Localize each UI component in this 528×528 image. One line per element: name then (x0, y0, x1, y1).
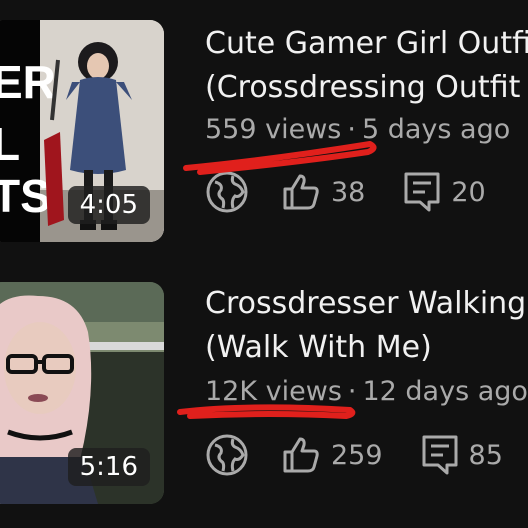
thumbs-up-icon (283, 437, 319, 473)
visibility-indicator[interactable] (205, 433, 249, 477)
upload-age: 12 days ago (362, 376, 528, 407)
comment-icon (422, 435, 458, 475)
globe-icon (206, 171, 248, 213)
video-thumbnail[interactable]: 5:16 (0, 282, 164, 504)
title-line: (Crossdressing Outfit (205, 70, 521, 105)
title-line: Cute Gamer Girl Outfit (205, 26, 528, 61)
title-line: (Walk With Me) (205, 330, 432, 365)
video-duration: 4:05 (67, 186, 150, 224)
globe-icon (206, 434, 248, 476)
video-title[interactable]: Crossdresser Walking (Walk With Me) (205, 282, 528, 370)
video-metadata: 12K views · 12 days ago (205, 376, 528, 407)
comment-icon (404, 172, 440, 212)
comment-count: 85 (468, 439, 503, 471)
visibility-indicator[interactable] (205, 170, 249, 214)
comments-button[interactable]: 85 (421, 434, 503, 476)
like-count: 38 (331, 176, 366, 208)
thumbs-up-icon (283, 174, 319, 210)
comment-count: 20 (451, 176, 486, 208)
thumb-text: L (0, 118, 20, 170)
meta-separator: · (347, 376, 357, 407)
video-metadata: 559 views · 5 days ago (205, 114, 510, 145)
video-list-item[interactable]: 5:16 Crossdresser Walking (Walk With Me)… (0, 278, 528, 508)
like-count: 259 (331, 439, 383, 471)
video-title[interactable]: Cute Gamer Girl Outfit (Crossdressing Ou… (205, 22, 528, 110)
video-duration: 5:16 (67, 448, 150, 486)
meta-separator: · (347, 114, 356, 145)
like-button[interactable]: 38 (281, 172, 365, 212)
view-count: 559 views (205, 114, 342, 145)
video-stats: 38 20 (205, 170, 486, 214)
thumb-text: ER (0, 56, 56, 108)
like-button[interactable]: 259 (281, 435, 383, 475)
comments-button[interactable]: 20 (403, 171, 486, 213)
thumb-text: TS (0, 170, 51, 222)
video-stats: 259 85 (205, 433, 503, 477)
view-count: 12K views (205, 376, 342, 407)
title-line: Crossdresser Walking (205, 286, 527, 321)
video-list-item[interactable]: ER L TS 4:05 Cute Gamer Girl Outfit (Cro… (0, 0, 528, 242)
upload-age: 5 days ago (361, 114, 511, 145)
video-thumbnail[interactable]: ER L TS 4:05 (0, 20, 164, 242)
